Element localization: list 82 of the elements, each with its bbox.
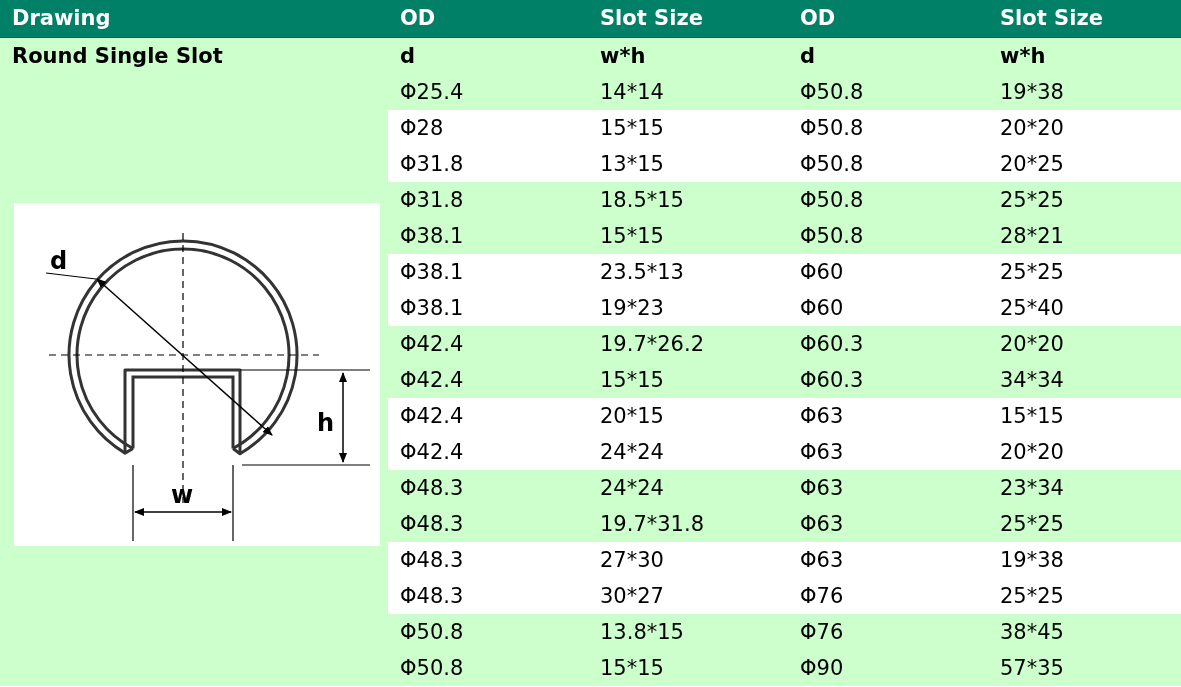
table-cell-text: Φ50.8 xyxy=(399,619,465,646)
table-cell-text: Φ42.4 xyxy=(399,367,465,394)
table-cell-text: 25*25 xyxy=(999,511,1065,538)
table-cell-text: w*h xyxy=(999,43,1047,70)
table-cell-text: 20*20 xyxy=(999,115,1065,142)
table-cell-text: 14*14 xyxy=(599,79,665,106)
table-cell-text: 20*25 xyxy=(999,151,1065,178)
table-cell-text: 13.8*15 xyxy=(599,619,685,646)
table-cell-text: 27*30 xyxy=(599,547,665,574)
table-cell-text: 19*38 xyxy=(999,547,1065,574)
table-cell-text: 20*20 xyxy=(999,331,1065,358)
dimension-label: w xyxy=(171,481,194,509)
table-cell-text: 24*24 xyxy=(599,439,665,466)
table-cell-text: 30*27 xyxy=(599,583,665,610)
dimension-label: d xyxy=(50,247,68,275)
table-cell-text: 25*25 xyxy=(999,259,1065,286)
table-cell-text: 20*15 xyxy=(599,403,665,430)
column-header: Slot Size xyxy=(999,5,1104,32)
table-cell-text: Φ50.8 xyxy=(799,115,865,142)
table-cell-text: Φ38.1 xyxy=(399,295,465,322)
table-cell-text: Φ63 xyxy=(799,511,845,538)
dimension-label: h xyxy=(317,409,335,437)
section-title: Round Single Slot xyxy=(12,43,224,70)
table-cell-text: Φ25.4 xyxy=(399,79,465,106)
table-cell-text: Φ28 xyxy=(399,115,445,142)
table-cell-text: Φ50.8 xyxy=(399,655,465,682)
table-cell-text: Φ48.3 xyxy=(399,583,465,610)
table-cell-text: 13*15 xyxy=(599,151,665,178)
table-cell-text: w*h xyxy=(599,43,647,70)
table-cell-text: Φ50.8 xyxy=(799,79,865,106)
table-cell-text: 19*23 xyxy=(599,295,665,322)
table-cell-text: 19*38 xyxy=(999,79,1065,106)
table-cell-text: Φ76 xyxy=(799,583,845,610)
table-cell-text: Φ60.3 xyxy=(799,331,865,358)
table-cell-text: 34*34 xyxy=(999,367,1065,394)
table-cell-text: 15*15 xyxy=(599,367,665,394)
leader-line xyxy=(45,272,97,280)
table-cell-text: Φ38.1 xyxy=(399,223,465,250)
table-cell-text: 25*40 xyxy=(999,295,1065,322)
table-cell-text: 15*15 xyxy=(599,115,665,142)
table-cell-text: Φ31.8 xyxy=(399,187,465,214)
table-cell-text: Φ48.3 xyxy=(399,547,465,574)
table-cell-text: 24*24 xyxy=(599,475,665,502)
table-cell-text: Φ60 xyxy=(799,295,845,322)
table-cell-text: d xyxy=(399,43,417,70)
table-cell-text: 57*35 xyxy=(999,655,1065,682)
table-cell-text: Φ76 xyxy=(799,619,845,646)
table-cell-text: 23.5*13 xyxy=(599,259,685,286)
table-cell-text: Φ50.8 xyxy=(799,151,865,178)
table-cell-text: Φ63 xyxy=(799,547,845,574)
table-cell-text: Φ42.4 xyxy=(399,439,465,466)
table-cell-text: Φ42.4 xyxy=(399,403,465,430)
table-cell-text: Φ63 xyxy=(799,403,845,430)
table-cell-text: Φ38.1 xyxy=(399,259,465,286)
table-cell-text: d xyxy=(799,43,817,70)
table-cell-text: 15*15 xyxy=(599,223,665,250)
table-cell-text: 25*25 xyxy=(999,583,1065,610)
table-cell-text: Φ31.8 xyxy=(399,151,465,178)
table-cell-text: 15*15 xyxy=(599,655,665,682)
table-cell-text: 18.5*15 xyxy=(599,187,685,214)
table-cell-text: Φ60.3 xyxy=(799,367,865,394)
table-cell-text: Φ50.8 xyxy=(799,187,865,214)
table-cell-text: Φ60 xyxy=(799,259,845,286)
table-cell-text: 20*20 xyxy=(999,439,1065,466)
table-cell-text: 19.7*31.8 xyxy=(599,511,705,538)
table-cell-text: Φ48.3 xyxy=(399,475,465,502)
column-header: Drawing xyxy=(11,5,112,32)
table-cell-text: 28*21 xyxy=(999,223,1065,250)
table-cell-text: 15*15 xyxy=(999,403,1065,430)
table-cell-text: Φ48.3 xyxy=(399,511,465,538)
table-cell-text: Φ50.8 xyxy=(799,223,865,250)
column-header: Slot Size xyxy=(599,5,704,32)
table-cell-text: 38*45 xyxy=(999,619,1065,646)
table-cell-text: 25*25 xyxy=(999,187,1065,214)
table-cell-text: Φ63 xyxy=(799,475,845,502)
table-cell-text: Φ63 xyxy=(799,439,845,466)
table-cell-text: 23*34 xyxy=(999,475,1065,502)
table-cell-text: Φ42.4 xyxy=(399,331,465,358)
table-cell-text: 19.7*26.2 xyxy=(599,331,705,358)
column-header: OD xyxy=(399,5,437,32)
column-header: OD xyxy=(799,5,837,32)
table-cell-text: Φ90 xyxy=(799,655,845,682)
